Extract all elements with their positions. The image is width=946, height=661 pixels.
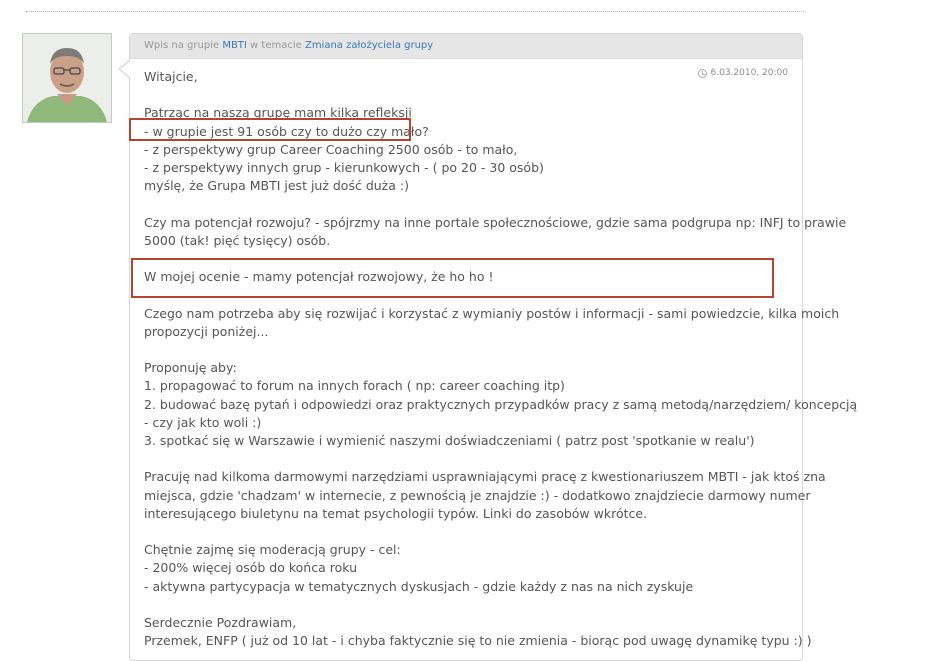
post-line: 2. budować bazę pytań i odpowiedzi oraz … (144, 396, 858, 412)
post-line: Chętnie zajmę się moderacją grupy - cel: (144, 542, 401, 558)
highlight-box-potential (131, 258, 774, 298)
post-line: - czy jak kto woli :) (144, 414, 262, 430)
post-line: Przemek, ENFP ( już od 10 lat - i chyba … (144, 633, 812, 649)
avatar-photo (23, 34, 111, 122)
post-line: Witajcie, (144, 69, 198, 84)
post-line: - aktywna partycypacja w tematycznych dy… (144, 578, 694, 594)
post-line: Czego nam potrzeba aby się rozwijać i ko… (144, 305, 840, 321)
post-line: Serdecznie Pozdrawiam, (144, 614, 297, 630)
header-prefix: Wpis na grupie (144, 40, 220, 51)
post-line (144, 523, 794, 541)
group-link[interactable]: MBTI (222, 40, 247, 51)
post-line: 3. spotkać się w Warszawie i wymienić na… (144, 432, 755, 448)
post-line: - z perspektywy grup Career Coaching 250… (144, 141, 518, 157)
post-line: - 200% więcej osób do końca roku (144, 560, 358, 576)
top-divider (26, 11, 804, 12)
post-line (144, 86, 794, 104)
post-body: Witajcie, Patrząc na naszą grupę mam kilk… (144, 68, 858, 650)
post-line (144, 596, 794, 614)
post-line: miejsca, gdzie 'chadzam' w internecie, z… (144, 487, 811, 503)
topic-link[interactable]: Zmiana założyciela grupy (305, 40, 433, 51)
post-header: Wpis na grupie MBTI w temacie Zmiana zał… (130, 34, 802, 59)
post-line: Czy ma potencjał rozwoju? - spójrzmy na … (144, 214, 847, 230)
post-line: Pracuję nad kilkoma darmowymi narzędziam… (144, 469, 826, 485)
post-line: - z perspektywy innych grup - kierunkowy… (144, 160, 544, 175)
post-line: Proponuję aby: (144, 360, 237, 376)
post-pointer-inner (120, 61, 130, 77)
post-line: myślę, że Grupa MBTI jest już dość duża … (144, 178, 409, 194)
post-line: propozycji poniżej... (144, 323, 269, 339)
highlight-box-members (129, 118, 411, 141)
post-line (144, 341, 794, 359)
post-line: interesującego biuletynu na temat psycho… (144, 505, 648, 521)
avatar[interactable] (22, 33, 112, 123)
post-line (144, 450, 794, 468)
header-middle: w temacie (250, 40, 302, 51)
post-line: 5000 (tak! pięć tysięcy) osób. (144, 232, 331, 248)
post-line (144, 195, 794, 213)
post-line: 1. propagować to forum na innych forach … (144, 378, 565, 394)
